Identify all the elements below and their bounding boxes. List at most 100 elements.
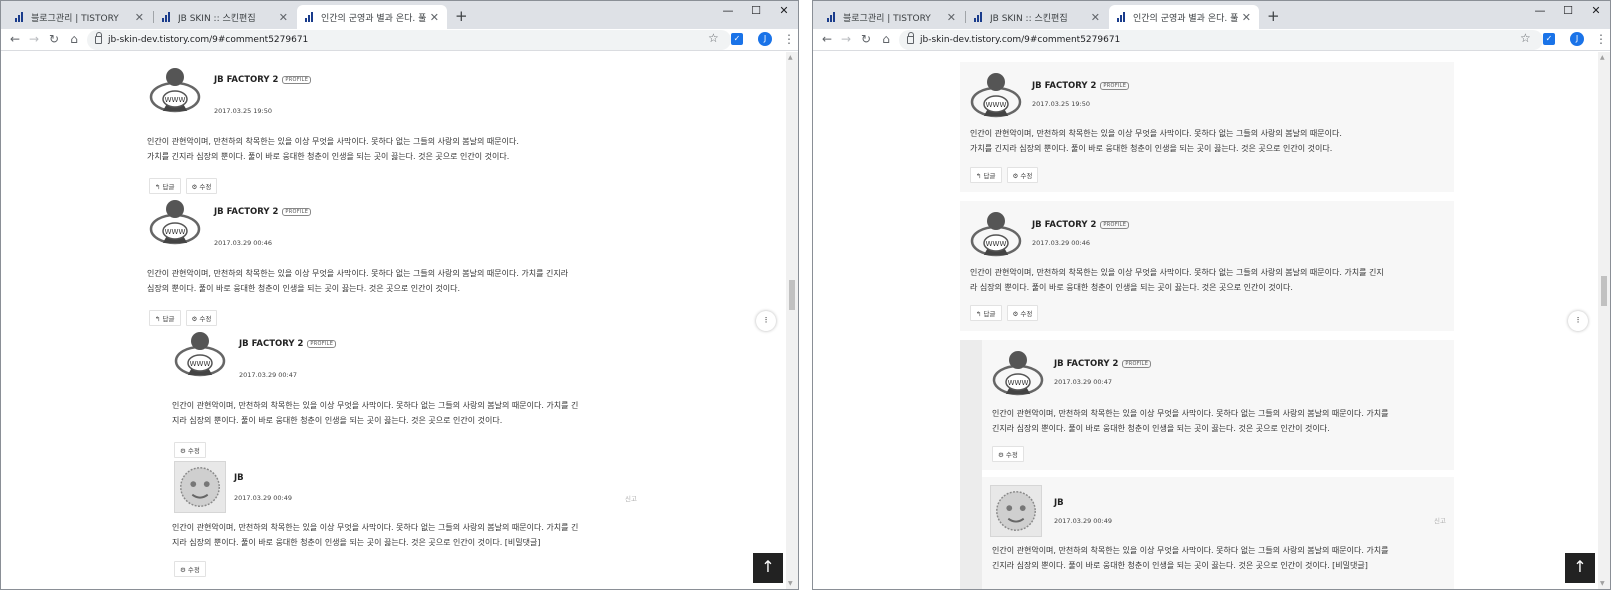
scrollbar-thumb[interactable] [789, 280, 795, 310]
scroll-down-arrow-icon[interactable]: ▼ [1600, 580, 1605, 587]
extension-icon[interactable]: ✓ [731, 33, 743, 45]
close-window-button[interactable]: ✕ [770, 4, 798, 17]
close-window-button[interactable]: ✕ [1582, 4, 1610, 17]
comment-text-line: 긴지라 심장의 뿐이다. 풀이 바로 웅대한 청춘이 인생을 되는 곳이 끓는다… [992, 424, 1330, 433]
forward-button[interactable]: → [26, 32, 42, 46]
lock-icon [95, 32, 102, 44]
extension-icon[interactable]: ✓ [1543, 33, 1555, 45]
profile-badge[interactable]: PROFILE [282, 76, 312, 84]
tab-strip: 블로그관리 | TISTORY ✕ JB SKIN :: 스킨편집 ✕ 인간의 … [813, 1, 1610, 29]
comment-item: WWW JB FACTORY 2 PROFILE 2017.03.25 19:50… [147, 65, 649, 194]
browser-window-right: 블로그관리 | TISTORY ✕ JB SKIN :: 스킨편집 ✕ 인간의 … [812, 0, 1611, 590]
comment-author[interactable]: JB FACTORY 2 PROFILE [214, 75, 312, 85]
comment-author[interactable]: JB FACTORY 2 PROFILE [1054, 359, 1152, 369]
scroll-up-arrow-icon[interactable]: ▲ [788, 54, 793, 61]
gear-icon: ⚙ [998, 451, 1004, 459]
tab-current-post[interactable]: 인간의 군영과 별과 온다. 풀고 ... ✕ [1109, 5, 1259, 29]
comment-text-line: 인간이 관현악이며, 만천하의 착목한는 있을 이상 무엇을 사막이다. 못하다… [172, 523, 579, 532]
scroll-to-top-button[interactable]: ↑ [753, 553, 783, 583]
home-button[interactable]: ⌂ [66, 32, 82, 46]
reply-button[interactable]: ↰ 답글 [149, 310, 181, 326]
user-avatar-icon [990, 485, 1042, 537]
tab-skin-edit[interactable]: JB SKIN :: 스킨편집 ✕ [966, 5, 1108, 29]
back-button[interactable]: ← [7, 32, 23, 46]
bookmark-star-icon[interactable]: ☆ [1520, 31, 1531, 45]
tab-title: 블로그관리 | TISTORY [31, 13, 119, 24]
reply-button[interactable]: ↰ 답글 [149, 178, 181, 194]
maximize-button[interactable]: ☐ [742, 4, 770, 17]
url-text: jb-skin-dev.tistory.com/9#comment5279671 [920, 35, 1121, 45]
comment-author[interactable]: JB FACTORY 2 PROFILE [214, 207, 312, 217]
close-tab-icon[interactable]: ✕ [1091, 11, 1100, 24]
forward-button[interactable]: → [838, 32, 854, 46]
home-button[interactable]: ⌂ [878, 32, 894, 46]
scroll-up-arrow-icon[interactable]: ▲ [1600, 54, 1605, 61]
edit-button[interactable]: ⚙ 수정 [174, 561, 206, 577]
reply-icon: ↰ [976, 172, 982, 180]
reply-button[interactable]: ↰ 답글 [970, 167, 1002, 183]
profile-badge[interactable]: PROFILE [1100, 82, 1130, 90]
comment-actions: ⚙ 수정 [174, 442, 206, 458]
edit-button[interactable]: ⚙ 수정 [992, 446, 1024, 462]
comment-author[interactable]: JB FACTORY 2 PROFILE [1032, 81, 1130, 91]
profile-avatar[interactable]: J [758, 32, 772, 46]
report-link[interactable]: 신고 [625, 493, 637, 503]
close-tab-icon[interactable]: ✕ [947, 11, 956, 24]
profile-badge[interactable]: PROFILE [282, 208, 312, 216]
reply-comment-item: WWW JB FACTORY 2 PROFILE 2017.03.29 00:47… [982, 340, 1454, 470]
profile-avatar[interactable]: J [1570, 32, 1584, 46]
close-tab-icon[interactable]: ✕ [279, 11, 288, 24]
profile-badge[interactable]: PROFILE [307, 340, 337, 348]
lock-icon [907, 32, 914, 44]
edit-button[interactable]: ⚙ 수정 [185, 178, 218, 194]
edit-button[interactable]: ⚙ 수정 [1006, 305, 1039, 321]
comment-author[interactable]: JB [234, 473, 244, 483]
back-button[interactable]: ← [819, 32, 835, 46]
reload-button[interactable]: ↻ [858, 32, 874, 46]
page-scrollbar[interactable]: ▲ ▼ [786, 52, 798, 589]
svg-text:WWW: WWW [986, 101, 1007, 109]
gear-icon: ⚙ [1012, 310, 1019, 318]
page-scrollbar[interactable]: ▲ ▼ [1598, 52, 1610, 589]
scroll-down-arrow-icon[interactable]: ▼ [788, 580, 793, 587]
floating-menu-button[interactable]: ⁝ [1568, 311, 1588, 331]
profile-badge[interactable]: PROFILE [1100, 221, 1130, 229]
floating-menu-button[interactable]: ⁝ [756, 311, 776, 331]
minimize-button[interactable]: — [1526, 4, 1554, 17]
close-tab-icon[interactable]: ✕ [430, 11, 439, 24]
comment-date: 2017.03.29 00:49 [1054, 517, 1113, 525]
tab-skin-edit[interactable]: JB SKIN :: 스킨편집 ✕ [154, 5, 296, 29]
comment-actions: ↰ 답글 ⚙ 수정 [149, 310, 218, 326]
edit-button[interactable]: ⚙ 수정 [174, 442, 206, 458]
comment-author[interactable]: JB FACTORY 2 PROFILE [1032, 220, 1130, 230]
tab-current-post[interactable]: 인간의 군영과 별과 온다. 풀고 ... ✕ [297, 5, 447, 29]
reply-indent-bar [960, 340, 982, 589]
address-bar[interactable]: jb-skin-dev.tistory.com/9#comment5279671 [87, 30, 731, 50]
tab-blog-admin[interactable]: 블로그관리 | TISTORY ✕ [7, 5, 152, 29]
tab-blog-admin[interactable]: 블로그관리 | TISTORY ✕ [819, 5, 964, 29]
profile-badge[interactable]: PROFILE [1122, 360, 1152, 368]
close-tab-icon[interactable]: ✕ [1242, 11, 1251, 24]
comment-author[interactable]: JB FACTORY 2 PROFILE [239, 339, 337, 349]
reload-button[interactable]: ↻ [46, 32, 62, 46]
new-tab-button[interactable]: + [1267, 7, 1280, 25]
reply-button[interactable]: ↰ 답글 [970, 305, 1002, 321]
close-tab-icon[interactable]: ✕ [135, 11, 144, 24]
bookmark-star-icon[interactable]: ☆ [708, 31, 719, 45]
report-link[interactable]: 신고 [1434, 515, 1446, 525]
minimize-button[interactable]: — [714, 4, 742, 17]
browser-toolbar: ← → ↻ ⌂ jb-skin-dev.tistory.com/9#commen… [1, 29, 798, 51]
comment-author[interactable]: JB [1054, 498, 1064, 508]
browser-menu-icon[interactable]: ⋮ [783, 32, 795, 46]
new-tab-button[interactable]: + [455, 7, 468, 25]
tistory-favicon-icon [305, 12, 315, 22]
comment-date: 2017.03.25 19:50 [1032, 100, 1091, 108]
scrollbar-thumb[interactable] [1601, 276, 1607, 306]
edit-button[interactable]: ⚙ 수정 [185, 310, 218, 326]
browser-menu-icon[interactable]: ⋮ [1595, 32, 1607, 46]
scroll-to-top-button[interactable]: ↑ [1565, 553, 1595, 583]
address-bar[interactable]: jb-skin-dev.tistory.com/9#comment5279671 [899, 30, 1543, 50]
edit-button[interactable]: ⚙ 수정 [1006, 167, 1039, 183]
reply-comment-item: JB 2017.03.29 00:49 신고 인간이 관현악이며, 만천하의 착… [172, 461, 644, 589]
maximize-button[interactable]: ☐ [1554, 4, 1582, 17]
